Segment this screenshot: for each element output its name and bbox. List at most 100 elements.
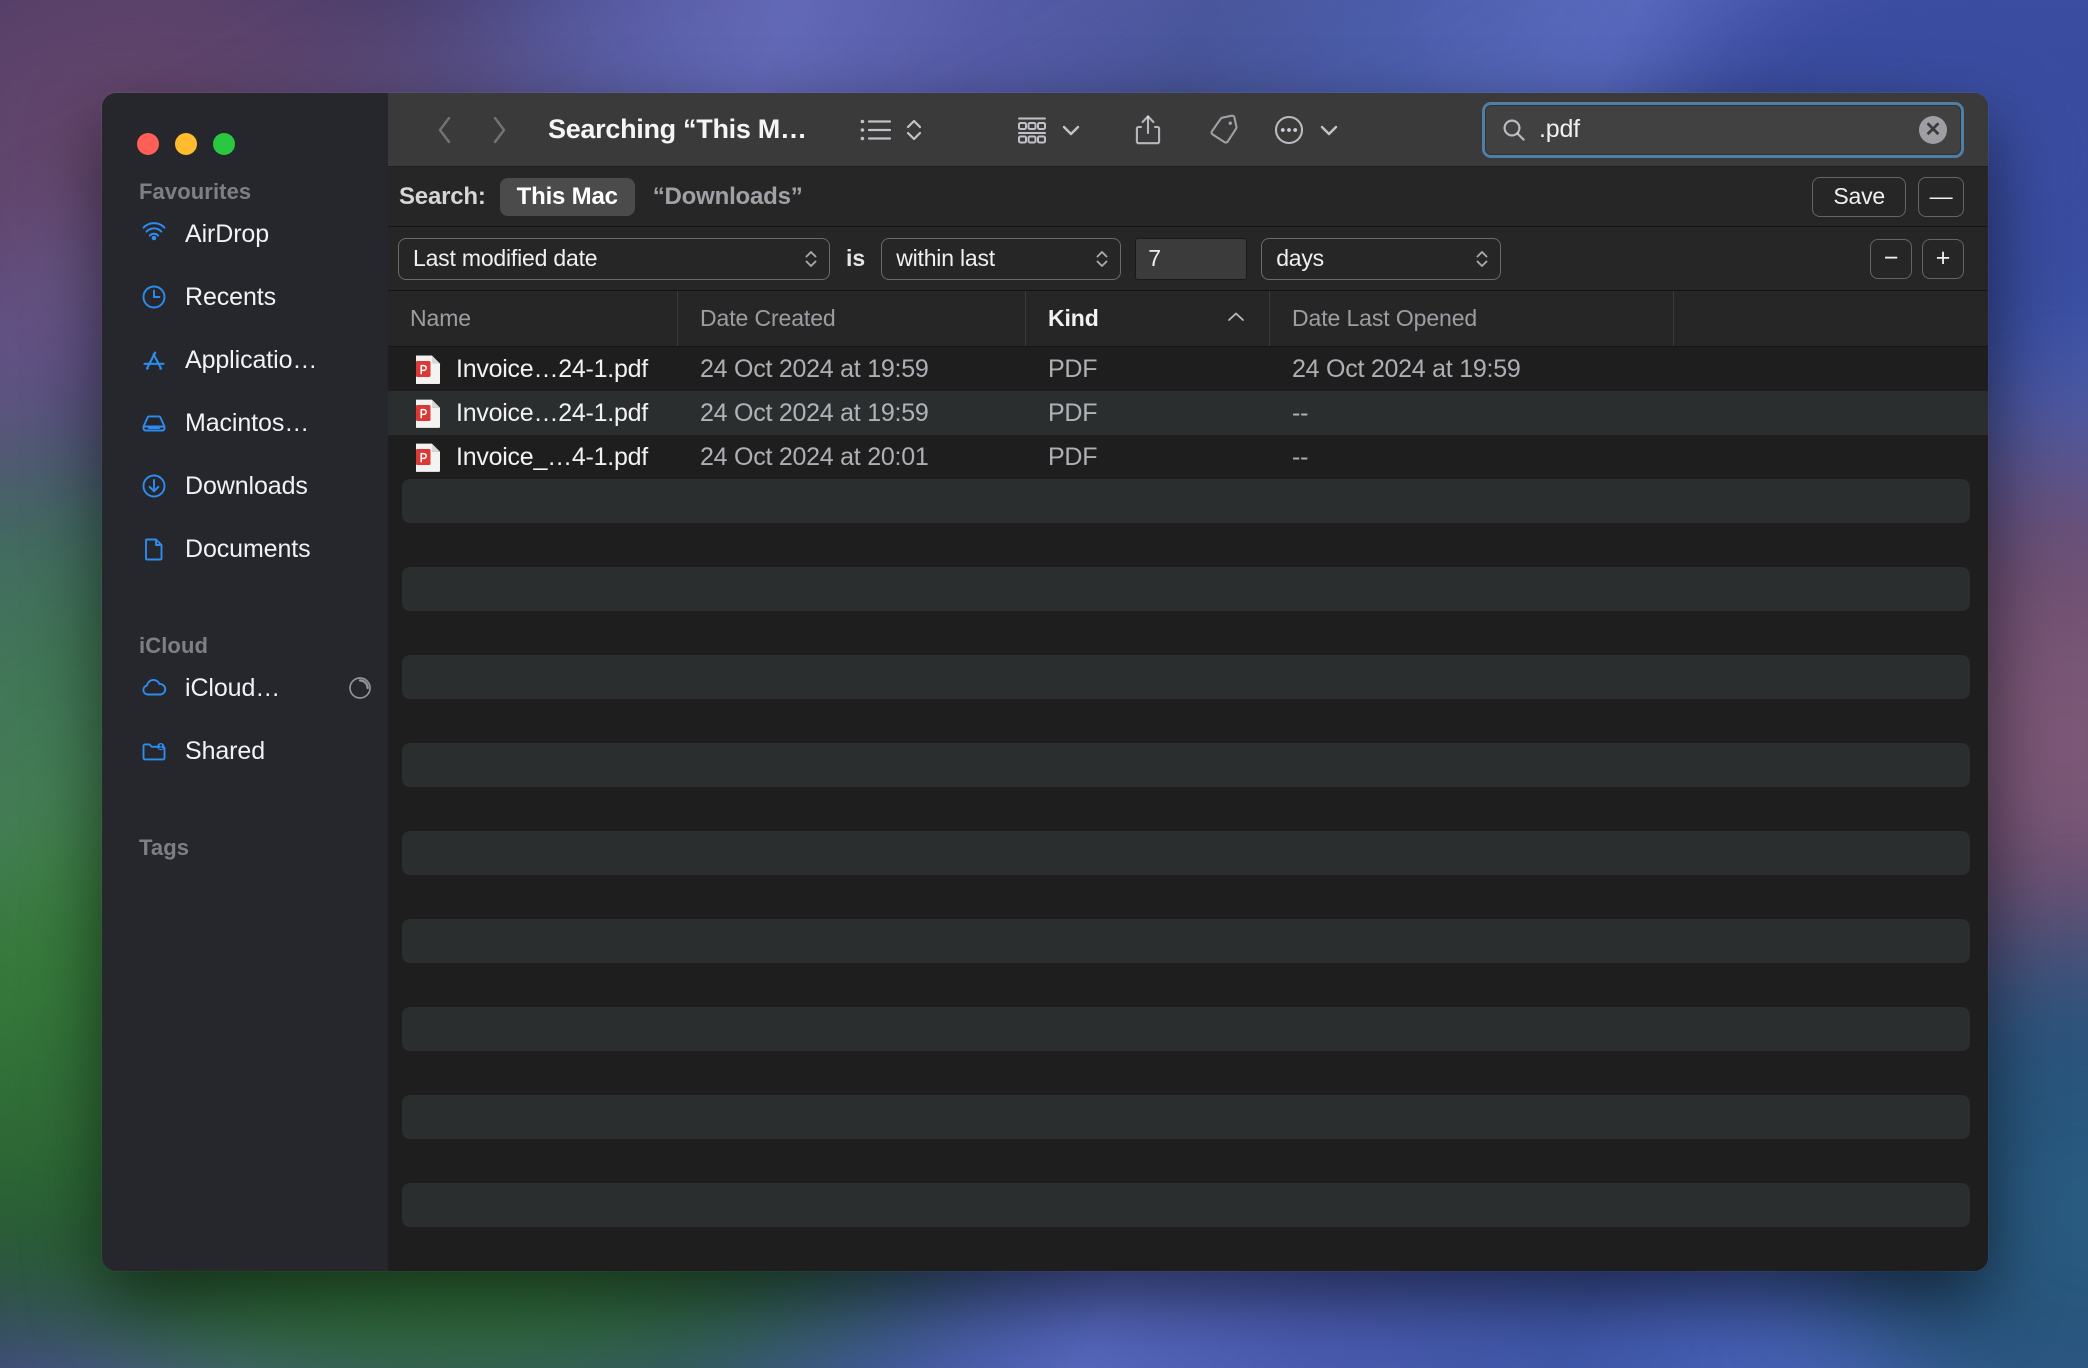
- sidebar-item-label: Downloads: [185, 471, 308, 500]
- cloud-icon: [139, 673, 169, 703]
- maximize-button[interactable]: [213, 133, 235, 155]
- file-name-label: Invoice…24-1.pdf: [456, 354, 648, 383]
- column-header-date-created[interactable]: Date Created: [678, 291, 1026, 346]
- filter-unit-select[interactable]: days: [1261, 237, 1502, 280]
- search-icon: [1501, 117, 1527, 143]
- filter-operator-select[interactable]: within last: [881, 237, 1122, 280]
- sidebar-item-icloud-drive[interactable]: iCloud…: [102, 665, 388, 711]
- empty-table-row: [388, 1139, 1988, 1183]
- empty-table-row: [402, 831, 1970, 875]
- chevron-down-icon[interactable]: [1057, 107, 1087, 153]
- close-button[interactable]: [137, 133, 159, 155]
- scope-option-this-mac[interactable]: This Mac: [499, 177, 635, 216]
- add-filter-button[interactable]: +: [1922, 238, 1964, 279]
- sidebar-item-shared[interactable]: Shared: [102, 728, 388, 774]
- filter-operator-word: is: [846, 245, 866, 271]
- filter-attribute-select[interactable]: Last modified date: [398, 237, 830, 280]
- sidebar-item-label: iCloud…: [185, 673, 281, 702]
- share-icon[interactable]: [1111, 107, 1185, 153]
- airdrop-icon: [139, 219, 169, 249]
- remove-search-button[interactable]: —: [1918, 176, 1964, 217]
- sidebar-item-recents[interactable]: Recents: [102, 274, 388, 320]
- empty-rows-container: [388, 479, 1988, 1271]
- list-view-icon[interactable]: [851, 107, 901, 153]
- remove-filter-button[interactable]: −: [1870, 238, 1912, 279]
- column-headers: Name Date Created Kind Date Last Opened: [388, 291, 1988, 347]
- sidebar-item-applications[interactable]: Applicatio…: [102, 337, 388, 383]
- filter-unit-value: days: [1276, 245, 1324, 271]
- sidebar-item-airdrop[interactable]: AirDrop: [102, 211, 388, 257]
- pdf-file-icon: [414, 353, 442, 385]
- search-field[interactable]: .pdf ✕: [1482, 101, 1964, 158]
- column-header-kind[interactable]: Kind: [1026, 291, 1270, 346]
- empty-table-row: [402, 567, 1970, 611]
- minimize-button[interactable]: [175, 133, 197, 155]
- more-controls: [1263, 107, 1345, 153]
- column-header-spacer[interactable]: [1674, 291, 1988, 346]
- sidebar-item-documents[interactable]: Documents: [102, 526, 388, 572]
- sidebar-item-label: Applicatio…: [185, 345, 318, 374]
- stepper-icon: [803, 248, 819, 270]
- file-date-created-cell: 24 Oct 2024 at 19:59: [700, 354, 929, 383]
- group-by-controls: [1007, 107, 1087, 153]
- stepper-icon: [1094, 248, 1110, 270]
- file-date-created-cell: 24 Oct 2024 at 20:01: [700, 442, 929, 471]
- search-input[interactable]: .pdf: [1539, 115, 1907, 144]
- group-by-icon[interactable]: [1007, 107, 1057, 153]
- view-controls: [851, 107, 929, 153]
- sidebar-item-label: AirDrop: [185, 219, 270, 248]
- sidebar-item-macintosh-hd[interactable]: Macintos…: [102, 400, 388, 446]
- document-icon: [139, 534, 169, 564]
- column-header-label: Date Last Opened: [1292, 305, 1478, 331]
- table-row[interactable]: Invoice…24-1.pdf 24 Oct 2024 at 19:59 PD…: [388, 347, 1988, 391]
- sidebar-section-favourites-title: Favourites: [139, 179, 252, 204]
- more-chevron-down-icon[interactable]: [1315, 107, 1345, 153]
- main-panel: Searching “This M… .pdf ✕ Search: This M…: [388, 93, 1988, 1271]
- scope-option-downloads[interactable]: “Downloads”: [653, 183, 803, 211]
- sidebar-item-label: Documents: [185, 534, 311, 563]
- sidebar-item-label: Shared: [185, 736, 266, 765]
- empty-table-row: [402, 479, 1970, 523]
- column-header-label: Date Created: [700, 305, 836, 331]
- search-scope-bar: Search: This Mac “Downloads” Save —: [388, 167, 1988, 227]
- view-options-stepper-icon[interactable]: [901, 107, 929, 153]
- applications-icon: [139, 345, 169, 375]
- column-header-name[interactable]: Name: [388, 291, 678, 346]
- table-row[interactable]: Invoice…24-1.pdf 24 Oct 2024 at 19:59 PD…: [388, 391, 1988, 435]
- empty-table-row: [388, 963, 1988, 1007]
- file-name-label: Invoice…24-1.pdf: [456, 398, 648, 427]
- more-icon[interactable]: [1263, 107, 1315, 153]
- file-kind-cell: PDF: [1048, 398, 1098, 427]
- finder-window: Favourites AirDrop Recents Applicatio… M…: [102, 93, 1988, 1271]
- empty-table-row: [388, 875, 1988, 919]
- empty-table-row: [402, 1183, 1970, 1227]
- sidebar-item-label: Recents: [185, 282, 277, 311]
- table-row[interactable]: Invoice_…4-1.pdf 24 Oct 2024 at 20:01 PD…: [388, 435, 1988, 479]
- clock-icon: [139, 282, 169, 312]
- tags-icon[interactable]: [1185, 107, 1263, 153]
- back-button[interactable]: [418, 108, 472, 152]
- scope-actions: Save —: [1812, 176, 1964, 217]
- forward-button[interactable]: [472, 108, 526, 152]
- search-scope-label: Search:: [399, 182, 486, 210]
- empty-table-row: [402, 919, 1970, 963]
- column-header-date-last-opened[interactable]: Date Last Opened: [1270, 291, 1674, 346]
- save-search-button[interactable]: Save: [1812, 176, 1906, 217]
- filter-row: Last modified date is within last 7 days…: [388, 227, 1988, 291]
- sidebar: Favourites AirDrop Recents Applicatio… M…: [102, 93, 388, 1271]
- file-date-last-opened-cell: --: [1292, 398, 1309, 427]
- file-list[interactable]: Invoice…24-1.pdf 24 Oct 2024 at 19:59 PD…: [388, 347, 1988, 1271]
- empty-table-row: [402, 655, 1970, 699]
- file-date-last-opened-cell: --: [1292, 442, 1309, 471]
- empty-table-row: [402, 1007, 1970, 1051]
- filter-value-input[interactable]: 7: [1135, 237, 1248, 280]
- download-icon: [139, 471, 169, 501]
- empty-table-row: [402, 1095, 1970, 1139]
- clear-search-icon[interactable]: ✕: [1919, 115, 1947, 144]
- toolbar: Searching “This M… .pdf ✕: [388, 93, 1988, 167]
- file-date-created-cell: 24 Oct 2024 at 19:59: [700, 398, 929, 427]
- sidebar-item-downloads[interactable]: Downloads: [102, 463, 388, 509]
- empty-table-row: [402, 743, 1970, 787]
- empty-table-row: [388, 523, 1988, 567]
